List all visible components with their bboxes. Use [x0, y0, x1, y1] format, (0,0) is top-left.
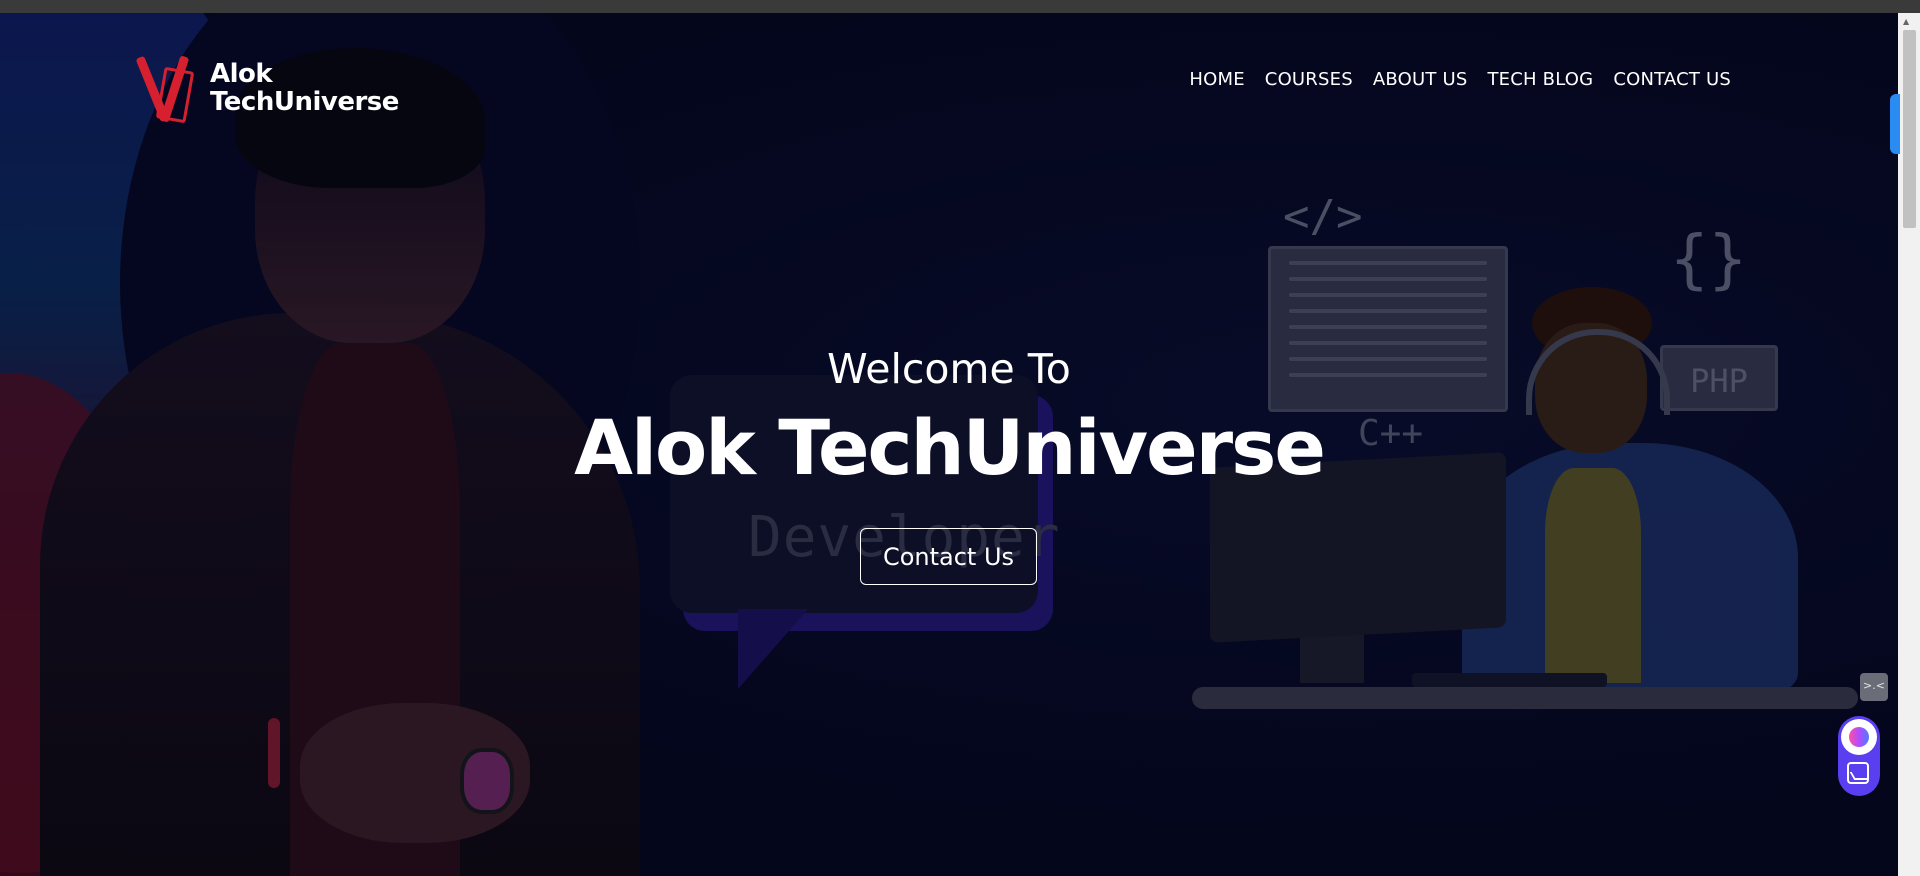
contact-us-button[interactable]: Contact Us	[860, 528, 1037, 585]
scroll-up-arrow-icon[interactable]: ▲	[1903, 17, 1909, 26]
nav-contact-us[interactable]: CONTACT US	[1613, 69, 1731, 90]
site-logo[interactable]: Alok TechUniverse	[135, 53, 400, 124]
nav-courses[interactable]: COURSES	[1265, 69, 1353, 90]
assistant-orb-icon[interactable]	[1841, 719, 1877, 755]
logo-text: Alok TechUniverse	[210, 60, 399, 116]
main-nav: HOME COURSES ABOUT US TECH BLOG CONTACT …	[1189, 69, 1731, 90]
hero-section: Developer </> {} PHP C++ Alok TechUniver…	[0, 13, 1898, 876]
logo-text-line1: Alok	[210, 59, 273, 89]
scrollbar-thumb[interactable]	[1903, 30, 1916, 228]
mini-widget-icon[interactable]: >.<	[1860, 673, 1888, 701]
hero-welcome-text: Welcome To	[827, 345, 1071, 393]
nav-home[interactable]: HOME	[1189, 69, 1244, 90]
hero-title: Alok TechUniverse	[574, 403, 1326, 492]
brand-logo-icon	[135, 55, 200, 124]
nav-about-us[interactable]: ABOUT US	[1373, 69, 1468, 90]
image-spark-icon[interactable]	[1847, 762, 1869, 784]
logo-text-line2: TechUniverse	[210, 87, 399, 117]
nav-tech-blog[interactable]: TECH BLOG	[1487, 69, 1593, 90]
side-panel-tab[interactable]	[1890, 94, 1900, 154]
browser-top-bar	[0, 0, 1920, 13]
